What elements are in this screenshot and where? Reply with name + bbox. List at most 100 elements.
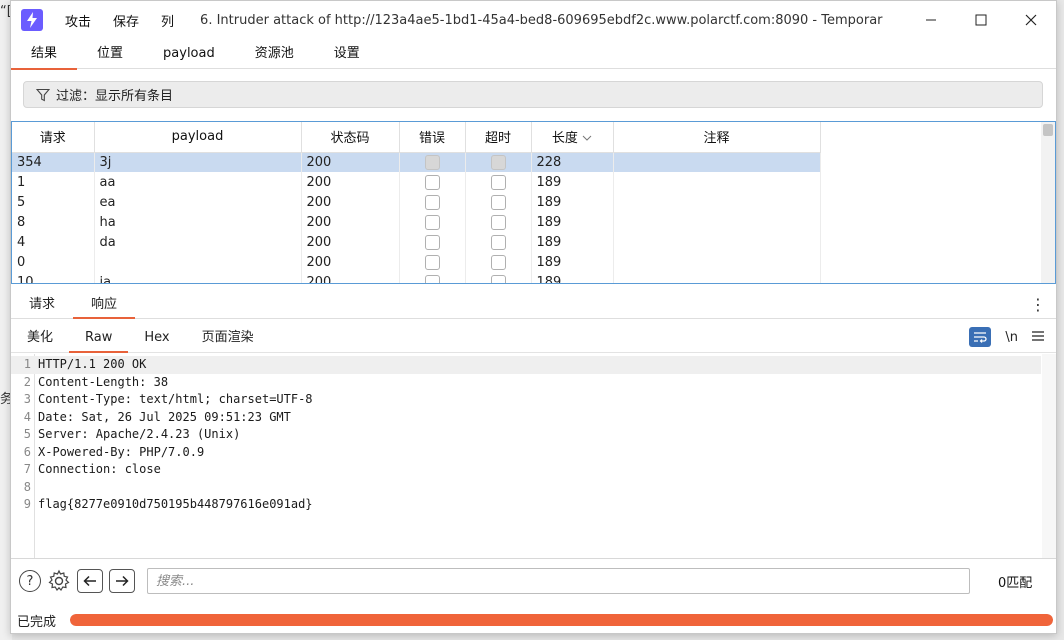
tab-resource-pool[interactable]: 资源池 (235, 39, 314, 69)
close-button[interactable] (1006, 1, 1056, 39)
cell-timeout (465, 272, 532, 283)
match-count: 0匹配 (998, 575, 1033, 591)
tab-response[interactable]: 响应 (73, 291, 136, 319)
line-text: flag{8277e0910d750195b448797616e091ad} (38, 497, 313, 511)
checkbox[interactable] (424, 214, 440, 230)
table-row[interactable]: 0 200 189 (12, 252, 821, 272)
show-newlines-button[interactable]: \n (1005, 330, 1018, 345)
search-input[interactable] (147, 568, 970, 594)
checkbox[interactable] (424, 154, 440, 170)
search-bar: ? 0匹配 (11, 564, 1056, 598)
view-toolbar: \n (969, 327, 1044, 347)
line-text: X-Powered-By: PHP/7.0.9 (38, 444, 205, 459)
window-title: 6. Intruder attack of http://123a4ae5-1b… (200, 12, 883, 28)
table-row[interactable]: 4 da 200 189 (12, 232, 821, 252)
menu-columns[interactable]: 列 (157, 11, 178, 30)
arrow-left-icon (83, 575, 96, 587)
cell-error (399, 252, 466, 272)
progress-fill (70, 614, 1054, 626)
col-header-timeout[interactable]: 超时 (465, 122, 532, 153)
tab-hex[interactable]: Hex (128, 323, 185, 352)
line-number: 7 (23, 462, 31, 476)
line-text: Content-Length: 38 (38, 374, 169, 389)
checkbox[interactable] (490, 214, 506, 230)
col-header-request[interactable]: 请求 (12, 122, 95, 153)
checkbox[interactable] (490, 154, 506, 170)
col-header-comment[interactable]: 注释 (613, 122, 821, 153)
minimize-icon (926, 19, 936, 21)
minimize-button[interactable] (906, 1, 956, 39)
col-header-status[interactable]: 状态码 (301, 122, 400, 153)
cell-status: 200 (301, 272, 400, 283)
tab-request[interactable]: 请求 (11, 291, 73, 318)
tab-results[interactable]: 结果 (11, 39, 78, 70)
cell-timeout (465, 152, 532, 172)
checkbox[interactable] (490, 174, 506, 190)
results-table: 请求 payload 状态码 错误 超时 长度 注释 354 3j 200 228 1 a… (11, 121, 1056, 284)
filter-bar[interactable]: 过滤：显示所有条目 (23, 81, 1043, 108)
cell-length: 189 (531, 212, 614, 232)
editor-line: 1 HTTP/1.1 200 OK (11, 356, 1041, 374)
table-scrollbar[interactable] (1041, 122, 1055, 283)
cell-error (399, 172, 466, 192)
cell-comment (613, 252, 821, 272)
cell-status: 200 (301, 152, 400, 172)
menu-icon[interactable] (1032, 330, 1044, 345)
checkbox[interactable] (424, 194, 440, 210)
cell-error (399, 152, 466, 172)
response-editor[interactable]: 1 HTTP/1.1 200 OK 2 Content-Length: 38 3 Cont… (11, 354, 1056, 559)
menu-attack[interactable]: 攻击 (61, 11, 95, 30)
checkbox[interactable] (490, 234, 506, 250)
menu-save[interactable]: 保存 (109, 11, 143, 30)
maximize-button[interactable] (956, 1, 1006, 39)
editor-line: 5 Server: Apache/2.4.23 (Unix) (11, 426, 1041, 444)
cell-comment (613, 192, 821, 212)
cell-status: 200 (301, 252, 400, 272)
col-header-payload[interactable]: payload (94, 122, 302, 153)
line-text: Content-Type: text/html; charset=UTF-8 (38, 392, 313, 406)
previous-match-button[interactable] (77, 569, 103, 593)
more-options-icon[interactable]: ⋮ (1030, 296, 1046, 314)
cell-comment (613, 232, 821, 252)
cell-length: 228 (531, 152, 614, 172)
tab-positions[interactable]: 位置 (77, 39, 143, 69)
checkbox[interactable] (490, 254, 506, 270)
next-match-button[interactable] (109, 569, 135, 593)
tab-raw[interactable]: Raw (69, 323, 129, 353)
table-header-row: 请求 payload 状态码 错误 超时 长度 注释 (12, 122, 821, 153)
col-header-error[interactable]: 错误 (399, 122, 466, 153)
cell-error (399, 272, 466, 283)
checkbox[interactable] (424, 174, 440, 190)
tab-render[interactable]: 页面渲染 (186, 323, 270, 352)
checkbox[interactable] (424, 254, 440, 270)
table-row[interactable]: 354 3j 200 228 (12, 152, 821, 172)
checkbox[interactable] (424, 274, 440, 283)
table-row[interactable]: 10 ja 200 189 (12, 272, 821, 283)
line-number: 6 (23, 444, 31, 459)
checkbox[interactable] (490, 194, 506, 210)
checkbox[interactable] (424, 234, 440, 250)
cell-length: 189 (531, 272, 614, 283)
help-button[interactable]: ? (19, 570, 41, 592)
table-row[interactable]: 1 aa 200 189 (12, 172, 821, 192)
cell-length: 189 (531, 172, 614, 192)
cell-status: 200 (301, 232, 400, 252)
cell-timeout (465, 212, 532, 232)
tab-payload[interactable]: payload (143, 39, 235, 69)
main-tabs: 结果 位置 payload 资源池 设置 (11, 39, 1056, 70)
view-tabs: 美化 Raw Hex 页面渲染 (11, 323, 1056, 353)
word-wrap-button[interactable] (969, 327, 992, 347)
editor-scrollbar[interactable] (1042, 354, 1056, 558)
settings-gear-icon[interactable] (47, 569, 71, 593)
checkbox[interactable] (490, 274, 506, 283)
col-header-length[interactable]: 长度 (531, 122, 614, 153)
tab-settings[interactable]: 设置 (314, 39, 380, 69)
cell-comment (613, 212, 821, 232)
table-row[interactable]: 5 ea 200 189 (12, 192, 821, 212)
table-row[interactable]: 8 ha 200 189 (12, 212, 821, 232)
cell-payload (94, 252, 302, 272)
editor-line: 6 X-Powered-By: PHP/7.0.9 (11, 444, 1041, 462)
cell-status: 200 (301, 192, 400, 212)
maximize-icon (975, 14, 987, 26)
tab-pretty[interactable]: 美化 (11, 323, 69, 352)
